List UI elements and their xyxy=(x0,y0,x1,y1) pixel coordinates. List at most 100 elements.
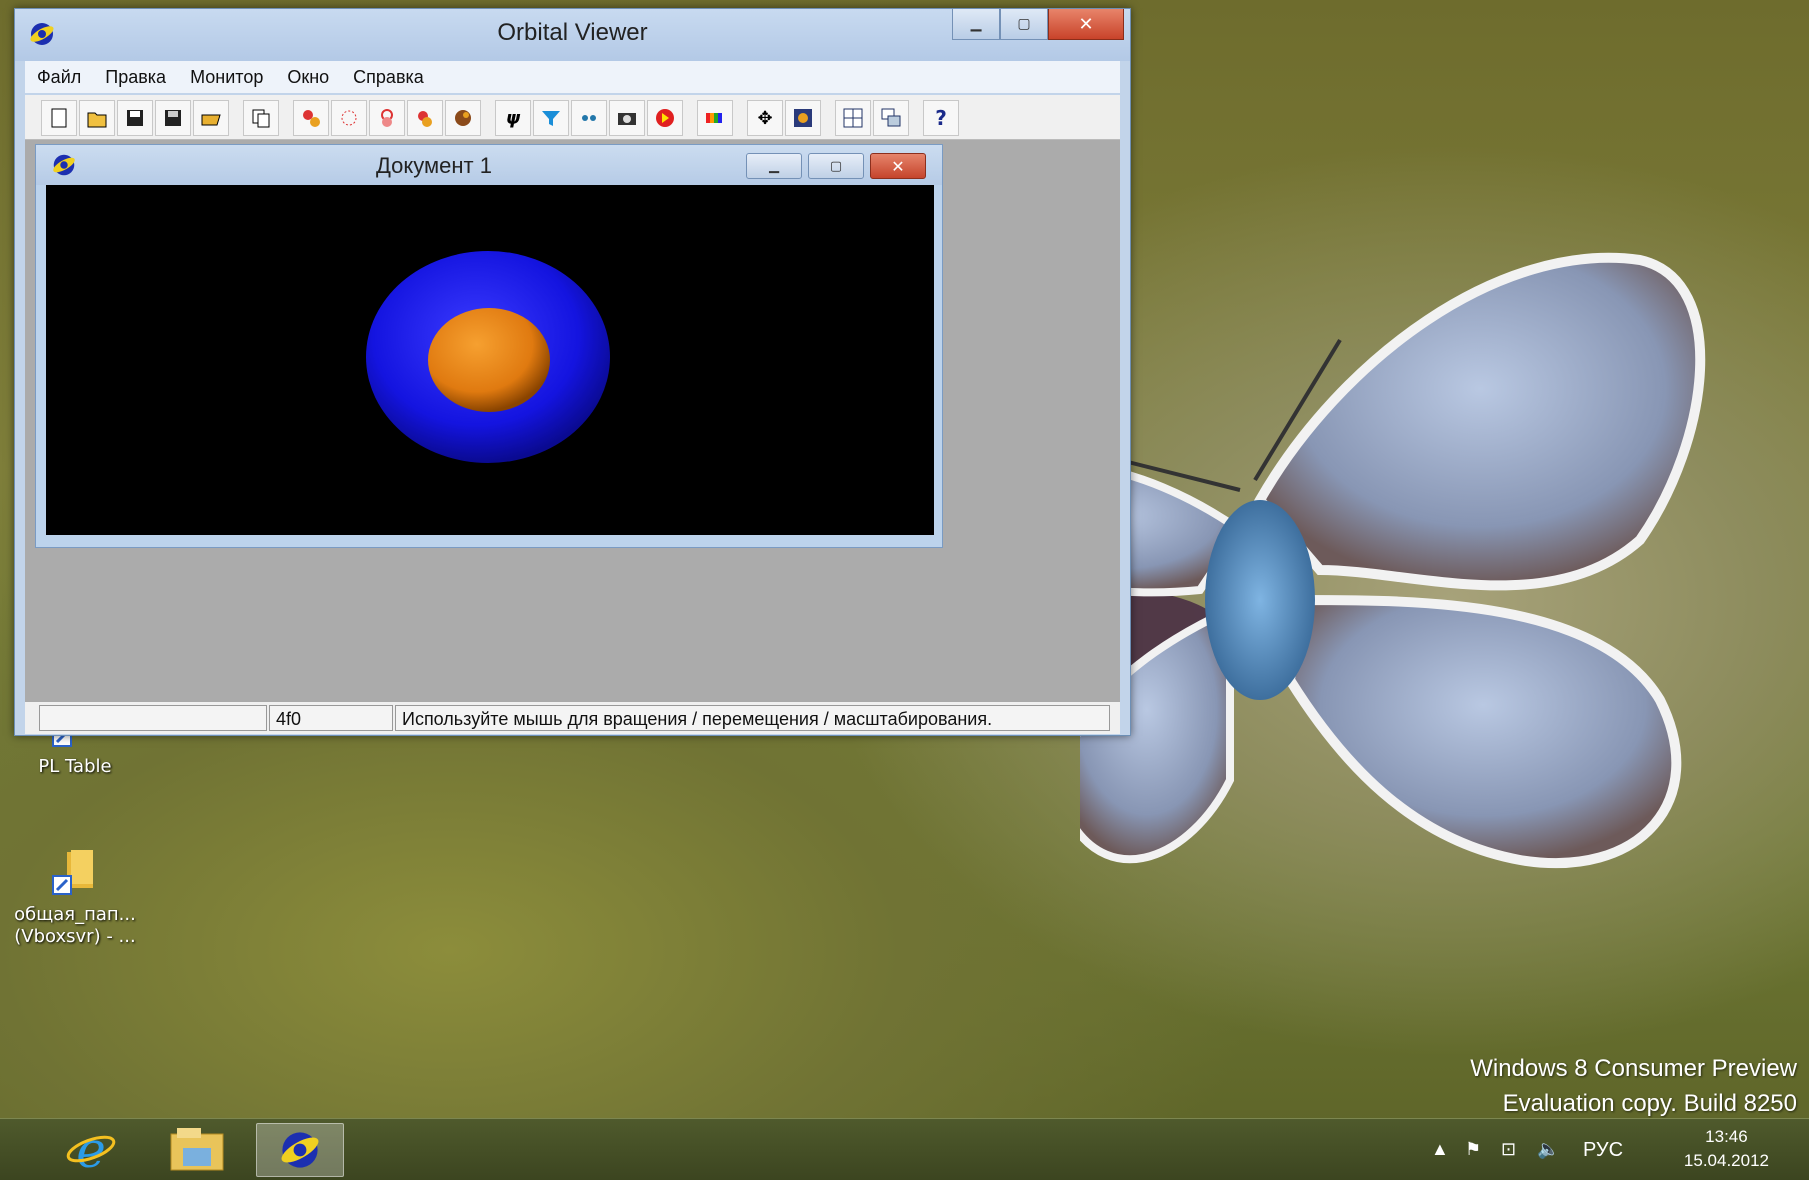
system-tray: ▲ ⚑ ⊡ 🔈 РУС 13:46 15.04.2012 xyxy=(1409,1119,1809,1180)
close-icon: ✕ xyxy=(891,156,905,176)
folder-shortcut-icon xyxy=(49,848,101,900)
orbital-grid-button[interactable] xyxy=(331,100,367,136)
file-explorer-icon xyxy=(170,1128,224,1171)
status-panel-1 xyxy=(39,705,267,731)
action-center-icon[interactable]: ⚑ xyxy=(1465,1139,1481,1160)
maximize-icon: ▢ xyxy=(829,158,843,174)
orbital-grid-icon xyxy=(341,110,357,126)
orbital-yellow-icon xyxy=(418,111,432,127)
record-icon xyxy=(656,109,674,127)
menu-file[interactable]: Файл xyxy=(25,67,93,88)
funnel-icon xyxy=(542,111,560,126)
orbital-red-button[interactable] xyxy=(293,100,329,136)
maximize-icon: ▢ xyxy=(1017,16,1031,32)
orbital-viewer-window: Orbital Viewer ▁ ▢ ✕ Файл Правка Монитор… xyxy=(14,8,1131,736)
toolbar: ψ ✥ ? xyxy=(25,95,1120,140)
funnel-button[interactable] xyxy=(533,100,569,136)
desktop-icon-label-line2: (Vboxsvr) - ... xyxy=(14,926,136,947)
camera-button[interactable] xyxy=(609,100,645,136)
arrows-button[interactable] xyxy=(571,100,607,136)
display-button[interactable] xyxy=(785,100,821,136)
window-titlebar[interactable]: Orbital Viewer ▁ ▢ ✕ xyxy=(15,9,1130,61)
taskbar-orbital-viewer[interactable] xyxy=(256,1123,344,1177)
orbital-red-icon xyxy=(303,110,320,127)
open-button[interactable] xyxy=(79,100,115,136)
save-button[interactable] xyxy=(117,100,153,136)
maximize-button[interactable]: ▢ xyxy=(1000,9,1048,40)
close-icon: ✕ xyxy=(1078,13,1094,35)
window-caption-buttons: ▁ ▢ ✕ xyxy=(952,9,1124,40)
internet-explorer-icon: e xyxy=(66,1123,116,1175)
save-as-button[interactable] xyxy=(155,100,191,136)
help-button[interactable]: ? xyxy=(923,100,959,136)
minimize-icon: ▁ xyxy=(970,16,982,32)
desktop-icon-label-line1: общая_пап... xyxy=(14,904,136,925)
orbital-viewer-icon xyxy=(281,1132,319,1168)
document-minimize-button[interactable]: ▁ xyxy=(746,153,802,179)
orbital-pink-button[interactable] xyxy=(369,100,405,136)
menu-bar: Файл Правка Монитор Окно Справка xyxy=(25,61,1120,93)
taskbar: e ▲ ⚑ ⊡ 🔈 РУС 13:46 15.04.2012 xyxy=(0,1118,1809,1180)
clock-time: 13:46 xyxy=(1705,1127,1748,1146)
orbital-pink-icon xyxy=(381,109,393,127)
record-button[interactable] xyxy=(647,100,683,136)
taskbar-file-explorer[interactable] xyxy=(154,1123,240,1175)
mdi-client-area: Документ 1 ▁ ▢ ✕ xyxy=(25,140,1120,701)
copy-button[interactable] xyxy=(243,100,279,136)
svg-text:e: e xyxy=(76,1123,106,1175)
cascade-button[interactable] xyxy=(873,100,909,136)
menu-monitor[interactable]: Монитор xyxy=(178,67,275,88)
close-button[interactable]: ✕ xyxy=(1048,9,1124,40)
butterfly-wallpaper xyxy=(1080,252,1706,869)
psi-icon: ψ xyxy=(505,107,521,129)
document-window: Документ 1 ▁ ▢ ✕ xyxy=(35,144,943,548)
document-titlebar[interactable]: Документ 1 ▁ ▢ ✕ xyxy=(36,145,942,185)
move-button[interactable]: ✥ xyxy=(747,100,783,136)
open-icon xyxy=(87,112,107,128)
clock[interactable]: 13:46 15.04.2012 xyxy=(1684,1125,1769,1173)
display-icon xyxy=(794,109,812,127)
copy-icon xyxy=(252,109,270,128)
document-caption-buttons: ▁ ▢ ✕ xyxy=(746,153,926,179)
minimize-button[interactable]: ▁ xyxy=(952,9,1000,40)
show-hidden-icons-icon[interactable]: ▲ xyxy=(1431,1139,1449,1160)
status-bar: 4f0 Используйте мышь для вращения / пере… xyxy=(25,701,1120,734)
watermark-line2: Evaluation copy. Build 8250 xyxy=(1502,1090,1797,1117)
save-as-icon xyxy=(165,110,181,126)
move-icon: ✥ xyxy=(757,107,773,129)
clock-date: 15.04.2012 xyxy=(1683,1151,1769,1170)
folder-open-icon xyxy=(201,114,221,126)
orbital-brown-icon xyxy=(455,110,471,126)
folder-open-button[interactable] xyxy=(193,100,229,136)
menu-edit[interactable]: Правка xyxy=(93,67,178,88)
new-button[interactable] xyxy=(41,100,77,136)
minimize-icon: ▁ xyxy=(769,158,779,174)
arrows-icon xyxy=(582,115,596,121)
help-icon: ? xyxy=(935,106,947,130)
menu-help[interactable]: Справка xyxy=(341,67,436,88)
psi-button[interactable]: ψ xyxy=(495,100,531,136)
taskbar-internet-explorer[interactable]: e xyxy=(48,1123,134,1175)
desktop-icon-label: PL Table xyxy=(38,756,112,777)
spectrum-icon xyxy=(706,113,722,123)
orbital-render xyxy=(366,251,610,463)
cascade-icon xyxy=(881,108,901,127)
orbital-core-sphere xyxy=(428,308,550,412)
new-icon xyxy=(51,108,67,128)
save-icon xyxy=(127,110,143,126)
camera-icon xyxy=(618,113,636,125)
orbital-3d-viewport[interactable] xyxy=(46,185,934,535)
menu-window[interactable]: Окно xyxy=(275,67,341,88)
desktop-icon-shared-folder[interactable]: общая_пап... (Vboxsvr) - ... xyxy=(0,848,150,948)
spectrum-button[interactable] xyxy=(697,100,733,136)
language-indicator[interactable]: РУС xyxy=(1583,1139,1623,1162)
document-maximize-button[interactable]: ▢ xyxy=(808,153,864,179)
tile-button[interactable] xyxy=(835,100,871,136)
orbital-brown-button[interactable] xyxy=(445,100,481,136)
status-panel-hint: Используйте мышь для вращения / перемеще… xyxy=(395,705,1110,731)
network-icon[interactable]: ⊡ xyxy=(1501,1139,1516,1160)
orbital-yellow-button[interactable] xyxy=(407,100,443,136)
volume-icon[interactable]: 🔈 xyxy=(1537,1139,1559,1160)
document-close-button[interactable]: ✕ xyxy=(870,153,926,179)
watermark-line1: Windows 8 Consumer Preview xyxy=(1470,1055,1797,1082)
